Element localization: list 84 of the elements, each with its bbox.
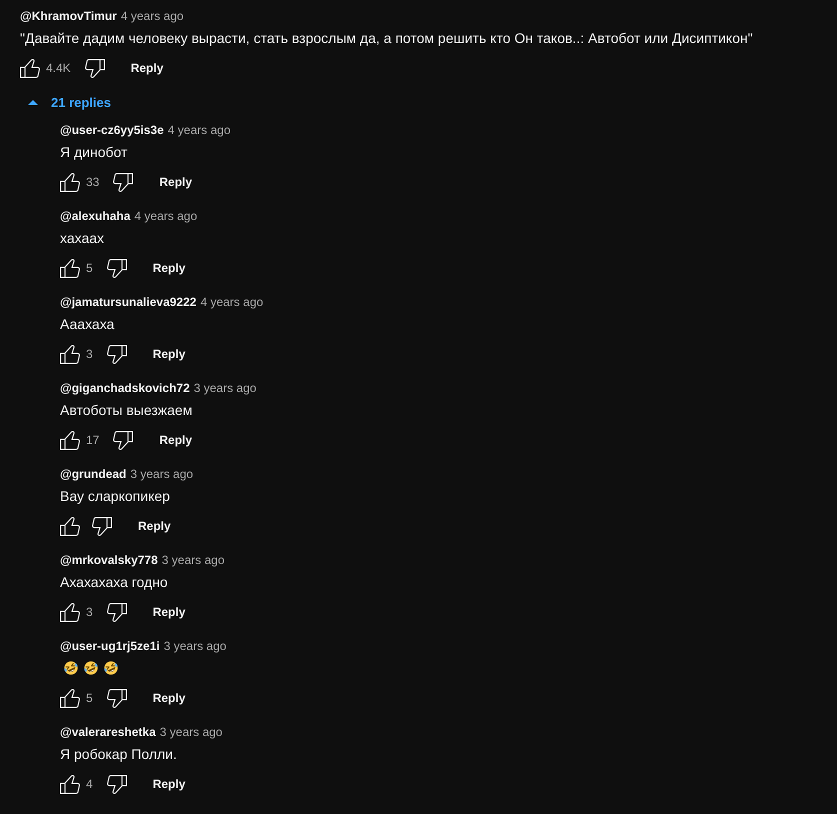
comment-author[interactable]: @jamatursunalieva9222 [60, 295, 196, 309]
comment-time: 4 years ago [200, 295, 264, 309]
thumbs-up-icon [60, 430, 80, 450]
comment-text: хахаах [60, 229, 104, 248]
thumbs-down-icon [106, 344, 127, 364]
thumbs-up-icon [60, 258, 80, 278]
like-button[interactable] [60, 172, 80, 192]
comment-author[interactable]: @alexuhaha [60, 209, 130, 223]
comment-author[interactable]: @mrkovalsky778 [60, 553, 158, 567]
thumbs-down-icon [106, 258, 127, 278]
reply-button[interactable]: Reply [148, 602, 190, 622]
thumbs-up-icon [60, 774, 80, 794]
dislike-button[interactable] [106, 258, 127, 278]
laughing-tears-face-icon [63, 660, 79, 676]
thumbs-up-icon [60, 172, 80, 192]
comment-text: Ахахахаха годно [60, 573, 168, 592]
comment-time: 3 years ago [160, 725, 222, 739]
like-button[interactable] [60, 344, 80, 364]
thumbs-up-icon [60, 344, 80, 364]
comment-author[interactable]: @grundead [60, 467, 126, 481]
like-count: 3 [86, 605, 93, 619]
reply-button[interactable]: Reply [148, 688, 190, 708]
comment-text: Я динобот [60, 143, 128, 162]
like-count: 17 [86, 433, 100, 447]
like-count: 33 [86, 175, 100, 189]
caret-up-icon [28, 100, 38, 104]
replies-toggle[interactable]: 21 replies [28, 92, 111, 112]
thumbs-down-icon [106, 688, 127, 708]
reply-button[interactable]: Reply [155, 172, 196, 192]
like-button[interactable] [60, 688, 80, 708]
thumbs-down-icon [106, 602, 127, 622]
dislike-button[interactable] [92, 516, 112, 536]
reply-button[interactable]: Reply [148, 774, 190, 794]
dislike-button[interactable] [84, 58, 105, 78]
comment-author[interactable]: @KhramovTimur [20, 9, 117, 23]
comment-time: 3 years ago [194, 381, 256, 395]
dislike-button[interactable] [113, 430, 134, 450]
like-count: 3 [86, 347, 93, 361]
laughing-tears-face-icon [103, 660, 119, 676]
comment-time: 3 years ago [164, 639, 226, 653]
thumbs-up-icon [60, 688, 80, 708]
comment-text: Я робокар Полли. [60, 745, 177, 764]
reply-button[interactable]: Reply [134, 516, 175, 536]
comment-text: Вау сларкопикер [60, 487, 170, 506]
like-count: 5 [86, 261, 93, 275]
comment-author[interactable]: @user-ug1rj5ze1i [60, 639, 160, 653]
comment-author[interactable]: @giganchadskovich72 [60, 381, 190, 395]
comment-time: 3 years ago [130, 467, 194, 481]
comment-time: 4 years ago [134, 209, 198, 223]
thumbs-down-icon [113, 430, 134, 450]
like-button[interactable] [60, 430, 80, 450]
reply-button[interactable]: Reply [148, 258, 190, 278]
comment-text: "Давайте дадим человеку вырасти, стать взрослым да, а потом решить кто Он таков..: Автобот или Дисиптикон" [20, 29, 753, 48]
thumbs-up-icon [60, 602, 80, 622]
comment-text: Автоботы выезжаем [60, 401, 192, 420]
thumbs-down-icon [84, 58, 105, 78]
thumbs-up-icon [20, 58, 40, 78]
comment-time: 4 years ago [168, 123, 230, 137]
laughing-tears-face-icon [83, 660, 99, 676]
thumbs-down-icon [92, 516, 112, 536]
like-count: 4.4K [46, 61, 71, 75]
dislike-button[interactable] [106, 344, 127, 364]
reply-button[interactable]: Reply [155, 430, 196, 450]
like-button[interactable] [60, 516, 80, 536]
comment-author[interactable]: @valerareshetka [60, 725, 156, 739]
reply-button[interactable]: Reply [148, 344, 190, 364]
dislike-button[interactable] [113, 172, 134, 192]
dislike-button[interactable] [106, 688, 127, 708]
thumbs-up-icon [60, 516, 80, 536]
dislike-button[interactable] [106, 774, 127, 794]
like-button[interactable] [60, 602, 80, 622]
like-button[interactable] [60, 774, 80, 794]
like-button[interactable] [20, 58, 40, 78]
like-button[interactable] [60, 258, 80, 278]
thumbs-down-icon [113, 172, 134, 192]
like-count: 4 [86, 777, 93, 791]
comment-time: 4 years ago [120, 9, 184, 23]
dislike-button[interactable] [106, 602, 127, 622]
reply-button[interactable]: Reply [126, 58, 168, 78]
like-count: 5 [86, 691, 93, 705]
comment-author[interactable]: @user-cz6yy5is3e [60, 123, 164, 137]
thumbs-down-icon [106, 774, 127, 794]
comment-text: Ааахаха [60, 315, 114, 334]
comment-time: 3 years ago [162, 553, 224, 567]
